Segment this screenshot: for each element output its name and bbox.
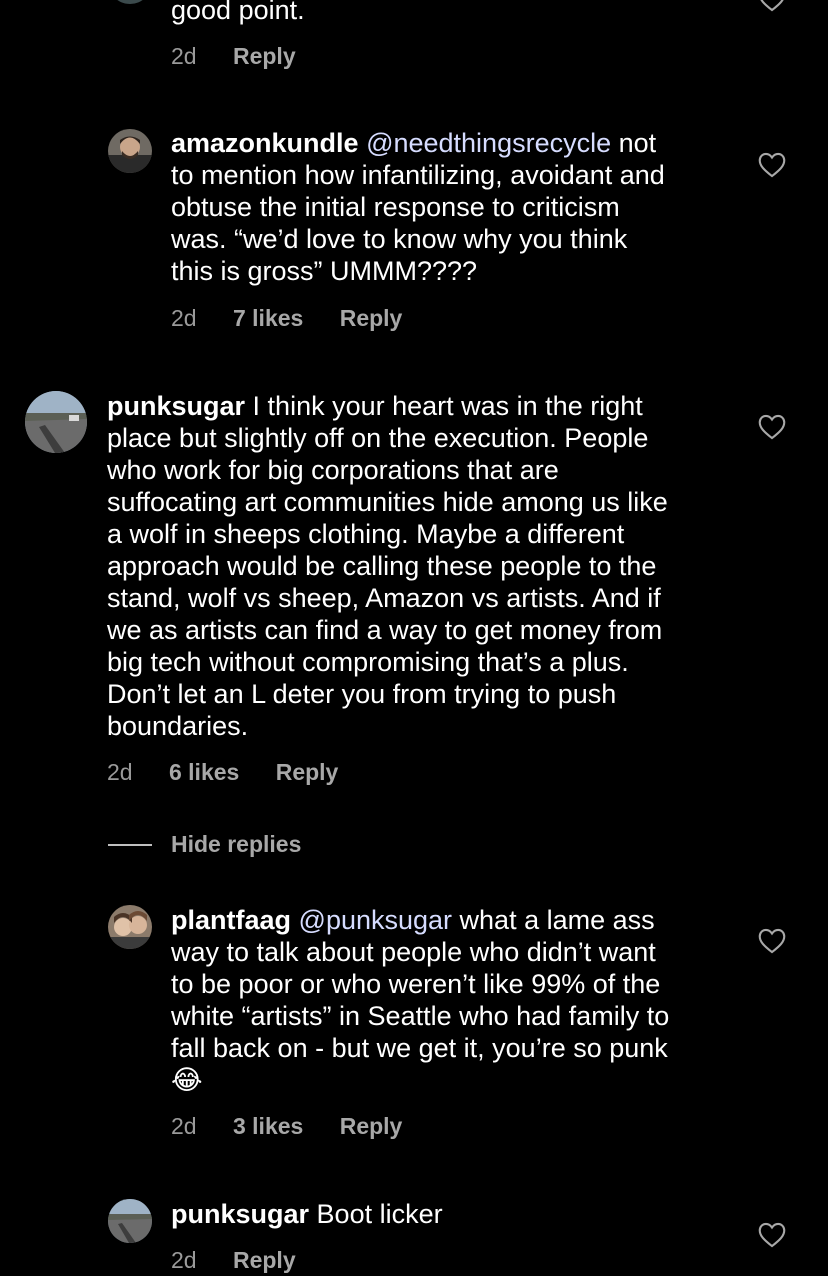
reply-button[interactable]: Reply: [276, 759, 339, 785]
comment-line: was. “we’d love to know why you think: [171, 224, 628, 254]
comment-line: place but slightly off on the execution.…: [107, 423, 649, 453]
comment-line: to be poor or who weren’t like 99% of th…: [171, 969, 661, 999]
username[interactable]: amazonkundle: [171, 128, 359, 158]
comment-line: suffocating art communities hide among u…: [107, 487, 668, 517]
comment-meta: 2d Reply: [171, 1247, 326, 1274]
avatar[interactable]: [108, 1199, 152, 1243]
comment-time: 2d: [171, 305, 197, 331]
avatar[interactable]: [108, 0, 152, 4]
comment-line: big tech without compromising that’s a p…: [107, 647, 629, 677]
heart-outline-icon[interactable]: [758, 928, 786, 954]
avatar-image: [108, 1199, 152, 1243]
comment-line: we as artists can find a way to get mone…: [107, 615, 663, 645]
avatar[interactable]: [108, 129, 152, 173]
likes-count[interactable]: 3 likes: [233, 1113, 303, 1139]
comment-line: who work for big corporations that are: [107, 455, 559, 485]
comment-meta: 2d 6 likes Reply: [107, 759, 368, 786]
heart-outline-icon[interactable]: [758, 414, 786, 440]
likes-count[interactable]: 6 likes: [169, 759, 239, 785]
comment-line: to mention how infantilizing, avoidant a…: [171, 160, 665, 190]
laughing-emoji: 😂: [171, 1065, 203, 1095]
avatar-image: [25, 391, 87, 453]
comment-line: a wolf in sheeps clothing. Maybe a diffe…: [107, 519, 625, 549]
comment-text: punksugar Boot licker: [171, 1199, 443, 1229]
comment-line: fall back on - but we get it, you’re so …: [171, 1033, 668, 1063]
comment-line: Don’t let an L deter you from trying to …: [107, 679, 617, 709]
reply-button[interactable]: Reply: [340, 1113, 403, 1139]
comment-meta: 2d Reply: [171, 43, 326, 70]
comment-line: white “artists” in Seattle who had famil…: [171, 1001, 670, 1031]
avatar[interactable]: [25, 391, 87, 453]
heart-outline-icon[interactable]: [758, 152, 786, 178]
comment-time: 2d: [107, 759, 133, 785]
replies-divider-line: [108, 844, 152, 846]
mention-link[interactable]: @punksugar: [299, 905, 453, 935]
avatar-image: [108, 905, 152, 949]
comment-meta: 2d 3 likes Reply: [171, 1113, 432, 1140]
likes-count[interactable]: 7 likes: [233, 305, 303, 331]
reply-button[interactable]: Reply: [233, 43, 296, 69]
comment-time: 2d: [171, 43, 197, 69]
comment-line: boundaries.: [107, 711, 249, 741]
reply-button[interactable]: Reply: [233, 1247, 296, 1273]
hide-replies-button[interactable]: Hide replies: [171, 831, 301, 858]
comment-meta: 2d 7 likes Reply: [171, 305, 432, 332]
reply-button[interactable]: Reply: [340, 305, 403, 331]
comment-text: plantfaag @punksugar what a lame ass way…: [171, 904, 741, 1096]
mention-link[interactable]: @needthingsrecycle: [366, 128, 611, 158]
comment-time: 2d: [171, 1247, 197, 1273]
comment-line: this is gross” UMMM????: [171, 256, 478, 286]
heart-outline-icon[interactable]: [758, 1222, 786, 1248]
comment-line: obtuse the initial response to criticism: [171, 192, 620, 222]
avatar[interactable]: [108, 905, 152, 949]
avatar-image: [108, 129, 152, 173]
heart-outline-icon[interactable]: [758, 0, 786, 12]
comment-text: punksugar I think your heart was in the …: [107, 390, 727, 742]
comment-line: stand, wolf vs sheep, Amazon vs artists.…: [107, 583, 661, 613]
comment-line: approach would be calling these people t…: [107, 551, 657, 581]
comment-text: good point.: [171, 0, 305, 25]
comment-text: amazonkundle @needthingsrecycle not to m…: [171, 127, 731, 287]
username[interactable]: punksugar: [171, 1199, 309, 1229]
username[interactable]: punksugar: [107, 391, 245, 421]
comment-line: way to talk about people who didn’t want: [171, 937, 656, 967]
comment-time: 2d: [171, 1113, 197, 1139]
username[interactable]: plantfaag: [171, 905, 291, 935]
